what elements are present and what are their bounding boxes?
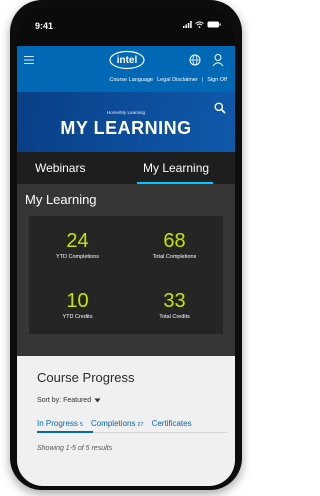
main-tabs: Webinars My Learning (17, 152, 235, 184)
tab-completions[interactable]: Completions (91, 419, 135, 428)
logo-text: intel (117, 55, 138, 66)
stat-value: 24 (66, 230, 89, 252)
stat-total-credits: 33 Total Credits (126, 290, 223, 320)
page-title: MY LEARNING (60, 118, 192, 138)
stats-panel: 24 YTD Completions 68 Total Completions … (29, 216, 223, 334)
page-banner: Home/My Learning MY LEARNING (17, 92, 235, 152)
link-separator: | (201, 77, 204, 83)
legal-disclaimer-link[interactable]: Legal Disclaimer (157, 77, 198, 83)
course-language-link[interactable]: Course Language (109, 77, 153, 83)
progress-tabs: In Progress 5 Completions 27 Certificate… (37, 419, 192, 428)
tab-my-learning[interactable]: My Learning (143, 161, 209, 175)
status-bar: 9:41 (17, 8, 235, 46)
signal-icon (183, 21, 192, 28)
results-count: Showing 1-5 of 5 results (37, 445, 113, 452)
tab-certificates[interactable]: Certificates (152, 419, 192, 428)
hamburger-menu-icon[interactable] (23, 53, 37, 67)
completions-count: 27 (137, 422, 144, 428)
course-progress-title: Course Progress (37, 370, 135, 385)
stat-label: YTD Completions (55, 254, 100, 260)
stat-value: 10 (66, 290, 89, 312)
stat-value: 68 (163, 230, 186, 252)
intel-header: intel (17, 46, 235, 74)
sign-off-link[interactable]: Sign Off (207, 77, 227, 83)
tab-in-progress[interactable]: In Progress (37, 419, 78, 428)
stat-label: Total Credits (159, 314, 190, 320)
sort-label: Sort by: Featured (37, 397, 92, 404)
intel-logo[interactable]: intel (108, 50, 146, 70)
status-icons (183, 21, 221, 28)
tab-webinars[interactable]: Webinars (35, 161, 85, 175)
utility-links-bar: Course Language Legal Disclaimer | Sign … (17, 74, 235, 92)
globe-icon[interactable] (189, 54, 201, 66)
stat-ytd-credits: 10 YTD Credits (29, 290, 126, 320)
stats-title: My Learning (25, 192, 97, 207)
stat-label: YTD Credits (62, 314, 93, 320)
user-icon[interactable] (212, 53, 224, 67)
in-progress-count: 5 (79, 422, 83, 428)
battery-icon (207, 21, 221, 28)
stat-total-completions: 68 Total Completions (126, 230, 223, 260)
caret-down-icon (94, 398, 101, 403)
wifi-icon (195, 21, 204, 28)
breadcrumb[interactable]: Home/My Learning (17, 110, 235, 115)
stat-label: Total Completions (152, 254, 197, 260)
status-time: 9:41 (35, 21, 54, 31)
stat-ytd-completions: 24 YTD Completions (29, 230, 126, 260)
stat-value: 33 (163, 290, 186, 312)
sort-dropdown[interactable]: Sort by: Featured (37, 397, 101, 404)
search-icon[interactable] (214, 102, 226, 114)
active-progress-tab-indicator (37, 431, 93, 433)
